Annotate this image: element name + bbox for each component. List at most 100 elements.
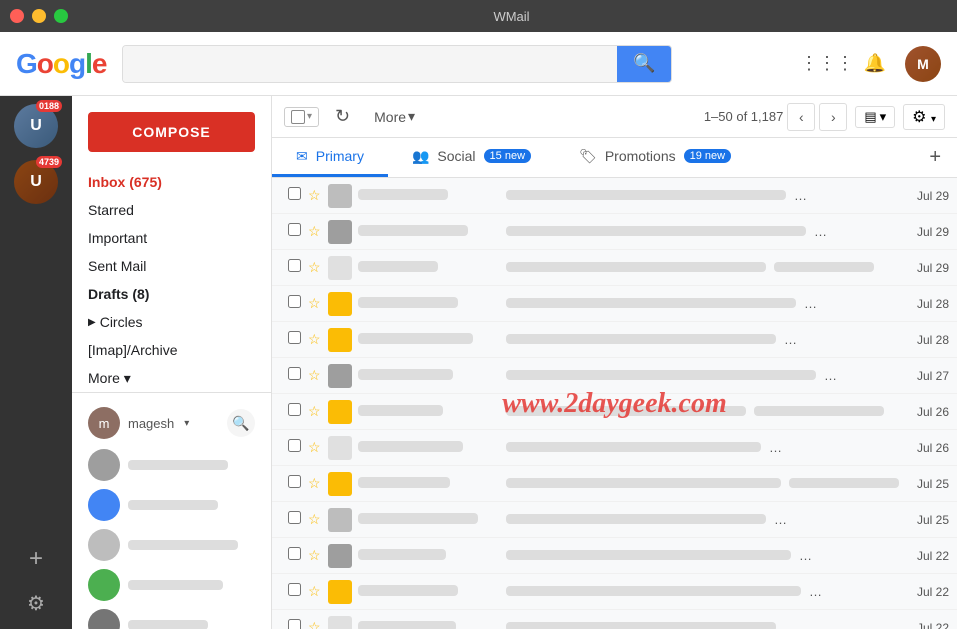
email-star-1[interactable]: ☆ xyxy=(308,187,328,204)
user-avatar-2[interactable]: U 4739 xyxy=(14,160,58,204)
email-star-6[interactable]: ☆ xyxy=(308,367,328,384)
email-row[interactable]: ☆ Jul 22 xyxy=(272,574,957,610)
email-cb-input-4[interactable] xyxy=(288,295,301,308)
email-cb-input-9[interactable] xyxy=(288,475,301,488)
tab-primary[interactable]: ✉ Primary xyxy=(272,138,388,177)
email-cb-input-10[interactable] xyxy=(288,511,301,524)
email-row[interactable]: ☆ Jul 29 xyxy=(272,250,957,286)
close-button[interactable] xyxy=(10,9,24,23)
email-cb-input-11[interactable] xyxy=(288,547,301,560)
email-row[interactable]: ☆ Jul 22 xyxy=(272,610,957,629)
email-cb-input-5[interactable] xyxy=(288,331,301,344)
email-cb-input-6[interactable] xyxy=(288,367,301,380)
email-row[interactable]: ☆ Jul 26 xyxy=(272,394,957,430)
expand-arrow: ▶ xyxy=(88,317,96,328)
more-label: More ▾ xyxy=(88,370,131,387)
email-checkbox-7[interactable] xyxy=(288,403,308,421)
contact-item-5[interactable] xyxy=(80,605,263,629)
sidebar-item-drafts[interactable]: Drafts (8) xyxy=(72,280,271,308)
contact-item-2[interactable] xyxy=(80,485,263,525)
more-button[interactable]: More ▾ xyxy=(366,104,423,129)
search-button[interactable]: 🔍 xyxy=(617,46,671,82)
email-row[interactable]: ☆ Jul 25 xyxy=(272,466,957,502)
tab-social[interactable]: 👥 Social 15 new xyxy=(388,138,555,177)
contact-item-3[interactable] xyxy=(80,525,263,565)
email-cb-input-12[interactable] xyxy=(288,583,301,596)
my-contact-item[interactable]: m magesh ▾ xyxy=(88,405,189,441)
email-checkbox-10[interactable] xyxy=(288,511,308,529)
dropdown-icon: ▾ xyxy=(184,418,189,429)
email-star-7[interactable]: ☆ xyxy=(308,403,328,420)
main-content: ▾ ↻ More ▾ 1–50 of 1,187 ‹ › xyxy=(272,96,957,629)
contacts-search-button[interactable]: 🔍 xyxy=(227,409,255,437)
search-input[interactable] xyxy=(123,46,617,82)
user-avatar-1[interactable]: U 0188 xyxy=(14,104,58,148)
prev-page-button[interactable]: ‹ xyxy=(787,103,815,131)
add-icon: + xyxy=(29,545,43,573)
email-cb-input-8[interactable] xyxy=(288,439,301,452)
notifications-button[interactable]: 🔔 xyxy=(857,46,893,82)
maximize-button[interactable] xyxy=(54,9,68,23)
email-checkbox-12[interactable] xyxy=(288,583,308,601)
email-row[interactable]: ☆ Jul 28 xyxy=(272,322,957,358)
email-star-3[interactable]: ☆ xyxy=(308,259,328,276)
contact-item-1[interactable] xyxy=(80,445,263,485)
email-star-10[interactable]: ☆ xyxy=(308,511,328,528)
tab-promotions[interactable]: 🏷 Promotions 19 new xyxy=(555,138,755,177)
contact-item-4[interactable] xyxy=(80,565,263,605)
sidebar-item-more[interactable]: More ▾ xyxy=(72,364,271,392)
sidebar-item-circles[interactable]: ▶ Circles xyxy=(72,308,271,336)
email-date-12: Jul 22 xyxy=(899,585,949,599)
email-checkbox-5[interactable] xyxy=(288,331,308,349)
search-bar[interactable]: 🔍 xyxy=(122,45,672,83)
email-star-2[interactable]: ☆ xyxy=(308,223,328,240)
email-checkbox-8[interactable] xyxy=(288,439,308,457)
email-date-10: Jul 25 xyxy=(899,513,949,527)
email-row[interactable]: ☆ Jul 25 xyxy=(272,502,957,538)
email-row[interactable]: ☆ Jul 29 xyxy=(272,178,957,214)
add-tab-button[interactable]: + xyxy=(913,138,957,177)
account-avatar[interactable]: M xyxy=(905,46,941,82)
email-cb-input-1[interactable] xyxy=(288,187,301,200)
view-toggle-button[interactable]: ▤ ▾ xyxy=(855,106,895,128)
email-row[interactable]: ☆ Jul 28 xyxy=(272,286,957,322)
email-star-4[interactable]: ☆ xyxy=(308,295,328,312)
email-checkbox-4[interactable] xyxy=(288,295,308,313)
sidebar-item-sent[interactable]: Sent Mail xyxy=(72,252,271,280)
sidebar-item-starred[interactable]: Starred xyxy=(72,196,271,224)
email-row[interactable]: ☆ Jul 27 xyxy=(272,358,957,394)
email-checkbox-6[interactable] xyxy=(288,367,308,385)
minimize-button[interactable] xyxy=(32,9,46,23)
email-star-5[interactable]: ☆ xyxy=(308,331,328,348)
settings-button-left[interactable]: ⚙ xyxy=(18,585,54,621)
compose-button[interactable]: COMPOSE xyxy=(88,112,255,152)
refresh-button[interactable]: ↻ xyxy=(327,102,358,131)
next-page-button[interactable]: › xyxy=(819,103,847,131)
primary-label: Primary xyxy=(316,148,364,164)
sidebar-item-important[interactable]: Important xyxy=(72,224,271,252)
email-cb-input-7[interactable] xyxy=(288,403,301,416)
email-row[interactable]: ☆ Jul 26 xyxy=(272,430,957,466)
email-star-8[interactable]: ☆ xyxy=(308,439,328,456)
email-cb-input-3[interactable] xyxy=(288,259,301,272)
apps-button[interactable]: ⋮⋮⋮ xyxy=(809,46,845,82)
email-checkbox-13[interactable] xyxy=(288,619,308,629)
email-row[interactable]: ☆ Jul 29 xyxy=(272,214,957,250)
email-checkbox-2[interactable] xyxy=(288,223,308,241)
email-row[interactable]: ☆ Jul 22 xyxy=(272,538,957,574)
email-star-11[interactable]: ☆ xyxy=(308,547,328,564)
email-star-12[interactable]: ☆ xyxy=(308,583,328,600)
add-account-button[interactable]: + xyxy=(18,541,54,577)
email-star-13[interactable]: ☆ xyxy=(308,619,328,629)
email-checkbox-9[interactable] xyxy=(288,475,308,493)
settings-dropdown-button[interactable]: ⚙ ▾ xyxy=(903,104,945,130)
email-cb-input-2[interactable] xyxy=(288,223,301,236)
sidebar-item-inbox[interactable]: Inbox (675) xyxy=(72,168,271,196)
email-star-9[interactable]: ☆ xyxy=(308,475,328,492)
select-checkbox[interactable]: ▾ xyxy=(284,107,319,127)
email-checkbox-1[interactable] xyxy=(288,187,308,205)
sidebar-item-imap[interactable]: [Imap]/Archive xyxy=(72,336,271,364)
email-cb-input-13[interactable] xyxy=(288,619,301,629)
email-checkbox-11[interactable] xyxy=(288,547,308,565)
email-checkbox-3[interactable] xyxy=(288,259,308,277)
